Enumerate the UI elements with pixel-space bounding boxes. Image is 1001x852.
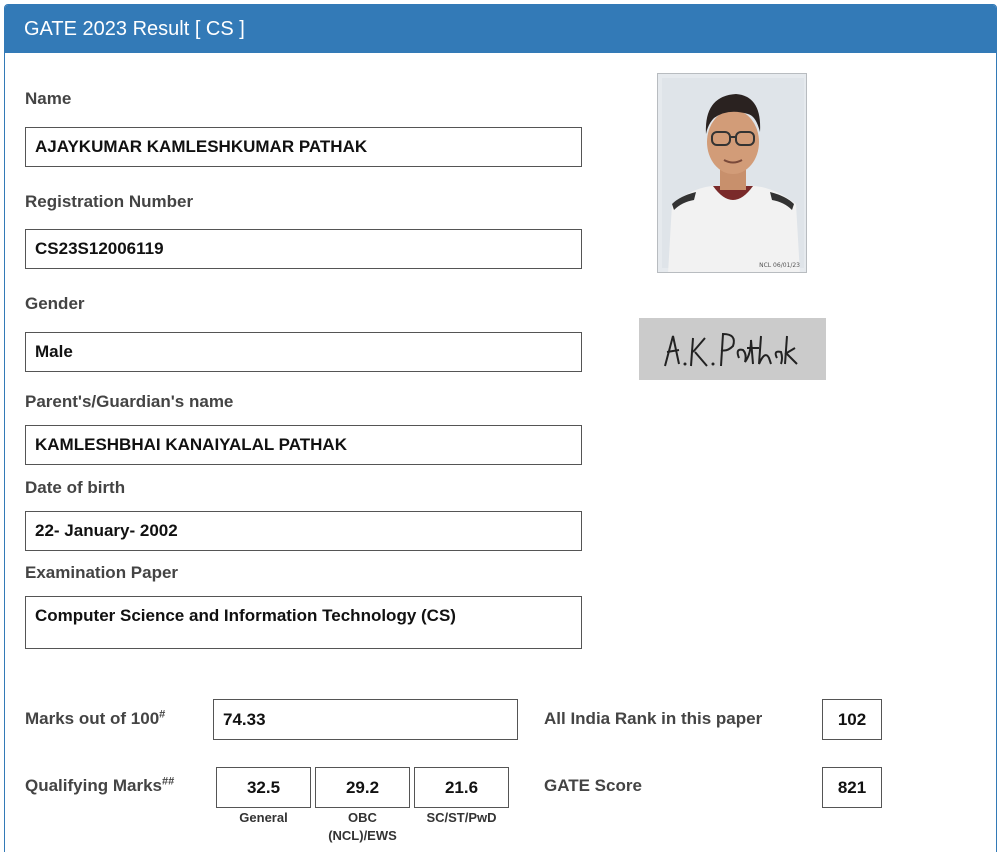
photo-stamp-text: NCL 06/01/23 (759, 262, 800, 269)
qualifying-sup: ## (161, 775, 175, 788)
registration-value: CS23S12006119 (25, 229, 582, 269)
qualifying-general-value: 32.5 (216, 767, 311, 808)
qualifying-label: Qualifying Marks## (25, 775, 175, 795)
marks-sup: # (159, 708, 166, 721)
qualifying-general-caption: General (239, 810, 288, 825)
gate-score-value: 821 (822, 767, 882, 808)
candidate-photo: NCL 06/01/23 (657, 73, 807, 273)
rank-label: All India Rank in this paper (544, 709, 763, 728)
paper-value: Computer Science and Information Technol… (25, 596, 582, 649)
registration-label: Registration Number (25, 192, 194, 211)
marks-value: 74.33 (213, 699, 518, 740)
qualifying-obc-value: 29.2 (315, 767, 410, 808)
gender-label: Gender (25, 294, 85, 313)
name-value: AJAYKUMAR KAMLESHKUMAR PATHAK (25, 127, 582, 167)
name-label: Name (25, 89, 72, 108)
dob-label: Date of birth (25, 478, 126, 497)
paper-label: Examination Paper (25, 563, 179, 582)
rank-value: 102 (822, 699, 882, 740)
qualifying-sc-caption: SC/ST/PwD (426, 810, 497, 825)
marks-label: Marks out of 100# (25, 708, 166, 728)
candidate-signature (639, 318, 826, 380)
guardian-label: Parent's/Guardian's name (25, 392, 234, 411)
dob-value: 22- January- 2002 (25, 511, 582, 551)
gender-value: Male (25, 332, 582, 372)
qualifying-obc-caption: OBC (NCL)/EWS (328, 810, 397, 843)
guardian-value: KAMLESHBHAI KANAIYALAL PATHAK (25, 425, 582, 465)
qualifying-sc-value: 21.6 (414, 767, 509, 808)
result-panel: GATE 2023 Result [ CS ] Name AJAYKUMAR K… (4, 4, 997, 852)
gate-score-label: GATE Score (544, 776, 642, 795)
page-title: GATE 2023 Result [ CS ] (5, 5, 996, 53)
